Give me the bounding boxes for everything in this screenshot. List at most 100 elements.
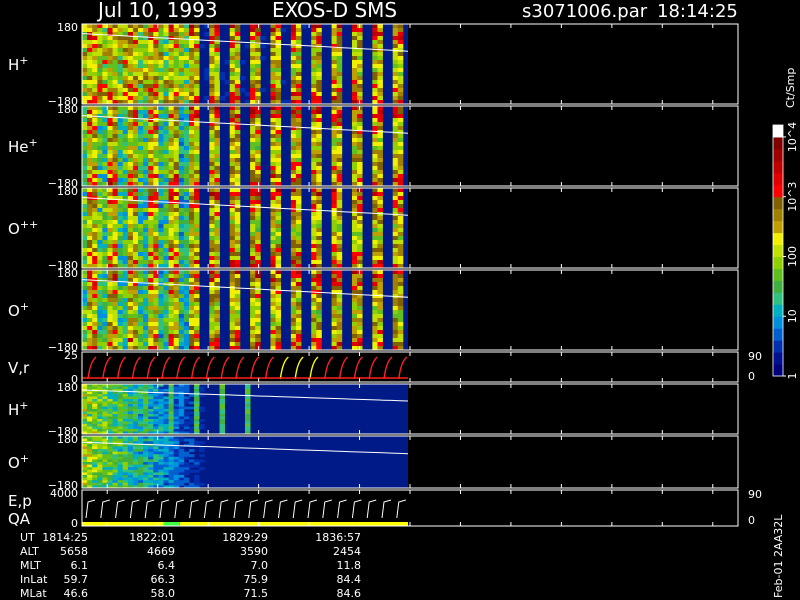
spectrogram-cell (178, 386, 185, 390)
spectrogram-cell (275, 334, 282, 339)
spectrogram-cell (127, 24, 134, 29)
spectrogram-cell (82, 236, 88, 241)
spectrogram-cell (331, 110, 338, 115)
spectrogram-cell (112, 421, 119, 425)
spectrogram-cell (194, 188, 200, 193)
spectrogram-cell (392, 248, 399, 253)
spectrogram-cell (316, 314, 322, 319)
spectrogram-cell (117, 240, 124, 245)
spectrogram-cell (372, 158, 378, 163)
spectrogram-cell (290, 84, 297, 89)
spectrogram-cell (234, 256, 241, 261)
spectrogram-cell (153, 248, 159, 253)
spectrogram-cell (97, 188, 103, 193)
spectrogram-cell (173, 228, 180, 233)
spectrogram-cell (255, 114, 261, 119)
spectrogram-cell (295, 216, 302, 221)
spectrogram-cell (397, 302, 404, 307)
spectrogram-cell (82, 96, 88, 101)
spectrogram-cell (178, 278, 185, 283)
spectrogram-cell (311, 256, 317, 261)
spectrogram-cell (143, 240, 149, 245)
ephemeris-value: 1814:25 (42, 531, 88, 544)
spectrogram-cell (194, 154, 200, 159)
spectrogram-cell (153, 88, 159, 93)
spectrogram-cell (224, 60, 231, 65)
spectrogram-cell (173, 154, 180, 159)
spectrogram-cell (143, 64, 149, 69)
spectrogram-cell (163, 464, 169, 468)
spectrogram-cell (245, 426, 251, 430)
spectrogram-cell (87, 286, 93, 291)
spectrogram-cell (102, 406, 108, 410)
spectrogram-cell (138, 106, 144, 111)
spectrogram-cell (250, 138, 256, 143)
spectrogram-cell (153, 399, 159, 402)
spectrogram-cell (143, 438, 149, 442)
spectrogram-cell (209, 322, 215, 327)
spectrogram-cell (183, 64, 190, 69)
spectrogram-cell (97, 475, 103, 478)
spectrogram-cell (87, 416, 93, 420)
spectrogram-cell (87, 438, 93, 442)
spectrogram-cell (87, 342, 93, 347)
spectrogram-cell (295, 32, 302, 37)
spectrogram-cell (97, 406, 103, 410)
spectrogram-cell (173, 399, 180, 402)
spectrogram-cell (229, 174, 236, 179)
spectrogram-cell (270, 220, 276, 225)
spectrogram-cell (270, 326, 276, 331)
spectrogram-cell (132, 396, 139, 400)
spectrogram-cell (270, 92, 276, 97)
spectrogram-cell (138, 228, 144, 233)
spectrogram-cell (92, 449, 98, 452)
spectrogram-cell (173, 302, 180, 307)
spectrogram-cell (377, 326, 383, 331)
colorbar-swatch (773, 136, 783, 150)
spectrogram-cell (168, 482, 175, 486)
spectrogram-cell (82, 472, 88, 476)
spectrogram-cell (97, 424, 103, 427)
spectrogram-cell (311, 196, 317, 201)
spectrogram-cell (107, 28, 113, 33)
spectrogram-cell (87, 252, 93, 257)
spectrogram-cell (163, 240, 169, 245)
spectrogram-cell (153, 174, 159, 179)
spectrogram-cell (122, 338, 129, 343)
spectrogram-cell (168, 404, 175, 407)
spectrogram-cell (183, 330, 190, 335)
spectrogram-cell (173, 44, 180, 49)
spectrogram-cell (270, 76, 276, 81)
spectrogram-cell (132, 154, 139, 159)
spectrogram-cell (311, 64, 317, 69)
spectrogram-cell (168, 248, 175, 253)
spectrogram-cell (275, 166, 282, 171)
spectrogram-cell (173, 424, 180, 427)
spectrogram-cell (336, 318, 343, 323)
spectrogram-cell (117, 426, 124, 430)
spectrogram-cell (168, 256, 175, 261)
spectrogram-cell (127, 459, 134, 463)
spectrogram-cell (357, 302, 363, 307)
spectrogram-cell (82, 438, 88, 442)
spectrogram-cell (377, 334, 383, 339)
spectrogram-cell (92, 162, 98, 167)
spectrogram-cell (311, 278, 317, 283)
spectrogram-cell (351, 318, 358, 323)
spectrogram-cell (138, 146, 144, 151)
spectrogram-cell (255, 286, 261, 291)
spectrogram-cell (97, 286, 103, 291)
spectrogram-cell (92, 282, 98, 287)
spectrogram-cell (255, 326, 261, 331)
spectrogram-cell (351, 278, 358, 283)
spectrogram-cell (357, 224, 363, 229)
spectrogram-cell (209, 150, 215, 155)
spectrogram-cell (336, 142, 343, 147)
spectrogram-cell (97, 252, 103, 257)
spectrogram-cell (270, 208, 276, 213)
spectrogram-cell (92, 306, 98, 311)
panel-label-text: V,r (8, 359, 30, 377)
spectrogram-cell (250, 294, 256, 299)
spectrogram-cell (372, 142, 378, 147)
spectrogram-cell (173, 318, 180, 323)
